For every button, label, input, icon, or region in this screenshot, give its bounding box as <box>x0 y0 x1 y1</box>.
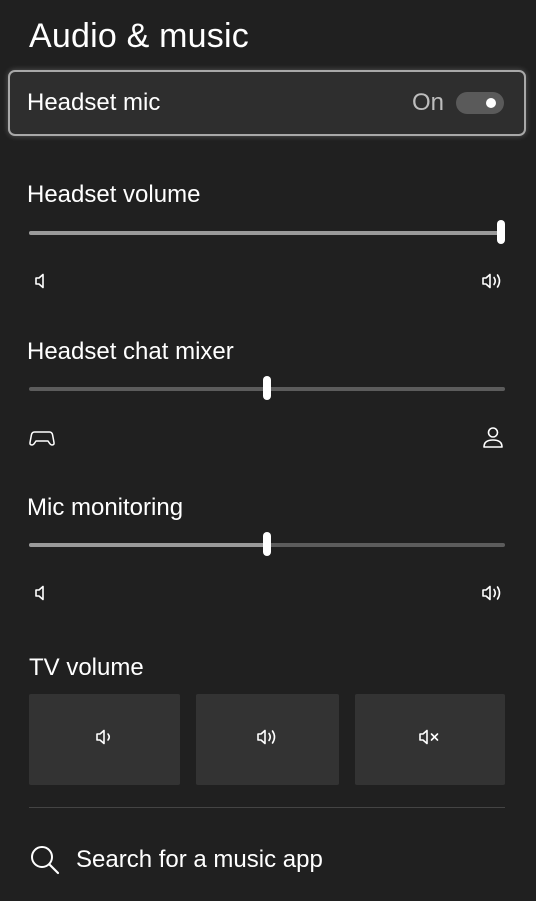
headset-mic-switch[interactable] <box>456 92 504 114</box>
controller-icon <box>29 427 55 449</box>
panel-title: Audio & music <box>29 17 249 55</box>
volume-down-icon <box>92 726 118 753</box>
person-icon <box>481 426 507 448</box>
mic-monitoring-slider[interactable] <box>29 532 505 556</box>
chat-mixer-slider[interactable] <box>29 376 505 400</box>
switch-knob <box>486 98 496 108</box>
mic-monitoring-label: Mic monitoring <box>27 494 184 521</box>
speaker-high-icon <box>480 582 506 604</box>
tv-volume-down-button[interactable] <box>29 694 180 785</box>
headset-mic-toggle-row[interactable]: Headset mic On <box>8 70 526 136</box>
tv-volume-label: TV volume <box>29 654 144 681</box>
search-label: Search for a music app <box>76 846 323 873</box>
headset-volume-slider[interactable] <box>29 220 505 244</box>
headset-mic-label: Headset mic <box>27 89 161 116</box>
slider-fill <box>29 231 505 235</box>
slider-thumb[interactable] <box>263 376 271 400</box>
audio-music-panel: Audio & music Headset mic On Headset vol… <box>0 0 536 901</box>
slider-thumb[interactable] <box>497 220 505 244</box>
search-music-app-button[interactable]: Search for a music app <box>29 838 505 882</box>
divider <box>29 807 505 808</box>
volume-up-icon <box>255 726 281 753</box>
speaker-low-icon <box>29 582 55 604</box>
slider-fill <box>29 543 267 547</box>
headset-mic-state: On <box>411 89 444 116</box>
tv-mute-button[interactable] <box>355 694 505 785</box>
speaker-low-icon <box>29 270 55 292</box>
mute-icon <box>417 726 443 753</box>
chat-mixer-label: Headset chat mixer <box>27 338 234 365</box>
tv-volume-up-button[interactable] <box>196 694 339 785</box>
speaker-high-icon <box>480 270 506 292</box>
headset-volume-label: Headset volume <box>27 181 201 208</box>
search-icon <box>29 844 61 881</box>
slider-thumb[interactable] <box>263 532 271 556</box>
